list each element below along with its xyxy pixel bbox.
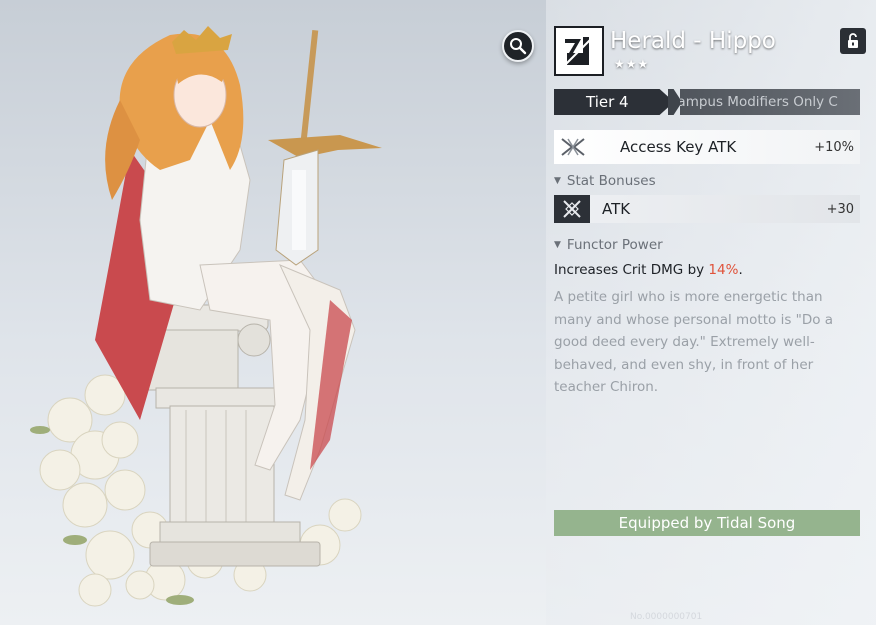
functor-prefix: Increases Crit DMG by [554, 262, 709, 278]
lore-text: A petite girl who is more energetic than… [554, 289, 834, 395]
item-title: Herald - Hippo [610, 28, 776, 54]
rarity-stars: ★★★ [614, 57, 650, 71]
lock-toggle-button[interactable] [840, 28, 866, 54]
character-illustration [30, 26, 382, 607]
access-key-icon [554, 130, 592, 164]
collapse-triangle-icon: ▼ [554, 240, 561, 250]
stat-bonuses-title: Stat Bonuses [566, 173, 656, 189]
functor-suffix: . [738, 262, 743, 278]
tier-badge: Tier 4 [554, 89, 674, 115]
info-panel: Herald - Hippo ★★★ Tier 4 Campus Modifie… [546, 0, 876, 625]
serial-number: No.0000000701 [630, 612, 703, 622]
stat-bonuses-header[interactable]: ▼ Stat Bonuses [554, 173, 656, 189]
tier-row: Tier 4 Campus Modifiers Only C [554, 89, 860, 115]
character-artwork [0, 0, 540, 625]
item-header: Herald - Hippo ★★★ [554, 26, 870, 76]
stat-label: ATK [602, 200, 631, 218]
stat-value: +30 [826, 201, 854, 217]
functor-highlight-value: 14% [708, 262, 739, 278]
modifiers-text: Campus Modifiers Only C [680, 94, 838, 110]
zoom-button[interactable] [502, 30, 534, 62]
functor-power-title: Functor Power [566, 237, 663, 253]
equipped-by-bar[interactable]: Equipped by Tidal Song [554, 510, 860, 536]
functor-power-header[interactable]: ▼ Functor Power [554, 237, 663, 253]
access-key-row: Access Key ATK +10% [554, 130, 860, 164]
herald-emblem-icon [554, 26, 604, 76]
access-key-label: Access Key ATK [620, 138, 737, 156]
magnifier-icon [510, 38, 527, 55]
stat-row-atk: ATK +30 [554, 195, 860, 223]
access-key-value: +10% [814, 139, 854, 155]
atk-icon [554, 195, 590, 223]
modifiers-banner: Campus Modifiers Only C [680, 89, 860, 115]
collapse-triangle-icon: ▼ [554, 176, 561, 186]
functor-description: Increases Crit DMG by 14%. [554, 262, 743, 278]
unlock-icon [848, 33, 858, 48]
